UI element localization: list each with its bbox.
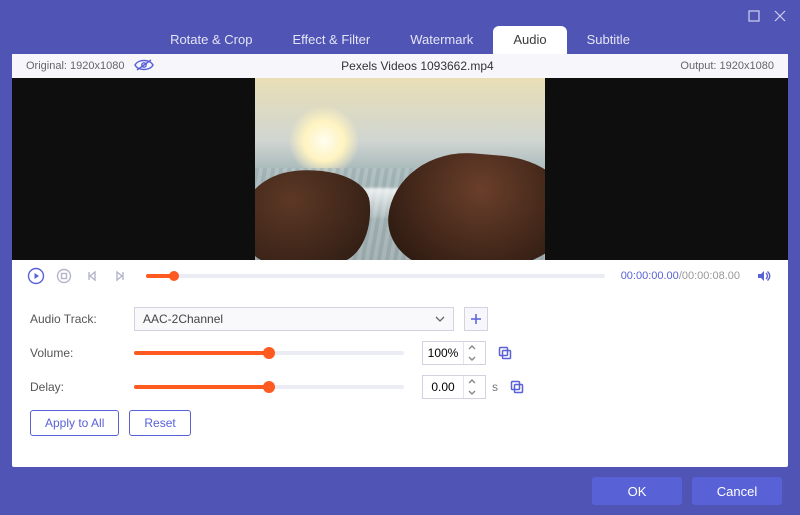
- volume-icon[interactable]: [754, 266, 774, 286]
- volume-slider[interactable]: [134, 351, 404, 355]
- preview-area: [12, 78, 788, 260]
- maximize-button[interactable]: [744, 6, 764, 26]
- next-frame-icon[interactable]: [110, 266, 130, 286]
- original-label: Original: 1920x1080: [26, 60, 124, 72]
- delay-step-up[interactable]: [464, 376, 479, 387]
- volume-step-up[interactable]: [464, 342, 479, 353]
- tab-effect-filter[interactable]: Effect & Filter: [272, 26, 390, 54]
- delay-slider[interactable]: [134, 385, 404, 389]
- delay-input[interactable]: [422, 375, 486, 399]
- footer: OK Cancel: [0, 467, 800, 515]
- tab-watermark[interactable]: Watermark: [390, 26, 493, 54]
- chevron-down-icon: [435, 316, 445, 322]
- playback-controls: 00:00:00.00/00:00:08.00: [12, 260, 788, 292]
- tab-rotate-crop[interactable]: Rotate & Crop: [150, 26, 272, 54]
- stop-icon[interactable]: [54, 266, 74, 286]
- delay-step-down[interactable]: [464, 387, 479, 398]
- volume-step-down[interactable]: [464, 353, 479, 364]
- volume-label: Volume:: [30, 346, 134, 360]
- reset-button[interactable]: Reset: [129, 410, 190, 436]
- audio-form: Audio Track: AAC-2Channel Volume: D: [12, 292, 788, 404]
- output-label: Output: 1920x1080: [680, 60, 774, 72]
- preview-toggle-icon[interactable]: [134, 58, 154, 75]
- volume-field[interactable]: [423, 346, 463, 360]
- volume-input[interactable]: [422, 341, 486, 365]
- close-button[interactable]: [770, 6, 790, 26]
- play-icon[interactable]: [26, 266, 46, 286]
- cancel-button[interactable]: Cancel: [692, 477, 782, 505]
- delay-field[interactable]: [423, 380, 463, 394]
- prev-frame-icon[interactable]: [82, 266, 102, 286]
- audio-track-select[interactable]: AAC-2Channel: [134, 307, 454, 331]
- tab-subtitle[interactable]: Subtitle: [567, 26, 650, 54]
- tab-strip: Rotate & Crop Effect & Filter Watermark …: [0, 26, 800, 54]
- time-display: 00:00:00.00/00:00:08.00: [621, 270, 740, 282]
- tab-audio[interactable]: Audio: [493, 26, 566, 54]
- main-panel: Original: 1920x1080 Pexels Videos 109366…: [12, 54, 788, 467]
- delay-label: Delay:: [30, 380, 134, 394]
- add-track-button[interactable]: [464, 307, 488, 331]
- delay-unit: s: [492, 380, 498, 394]
- apply-to-all-button[interactable]: Apply to All: [30, 410, 119, 436]
- video-frame: [255, 78, 545, 260]
- delay-compare-icon[interactable]: [506, 376, 528, 398]
- action-row: Apply to All Reset: [12, 404, 788, 442]
- volume-compare-icon[interactable]: [494, 342, 516, 364]
- audio-track-label: Audio Track:: [30, 312, 134, 326]
- info-bar: Original: 1920x1080 Pexels Videos 109366…: [12, 54, 788, 78]
- timeline-slider[interactable]: [146, 274, 605, 278]
- ok-button[interactable]: OK: [592, 477, 682, 505]
- filename-label: Pexels Videos 1093662.mp4: [341, 59, 494, 73]
